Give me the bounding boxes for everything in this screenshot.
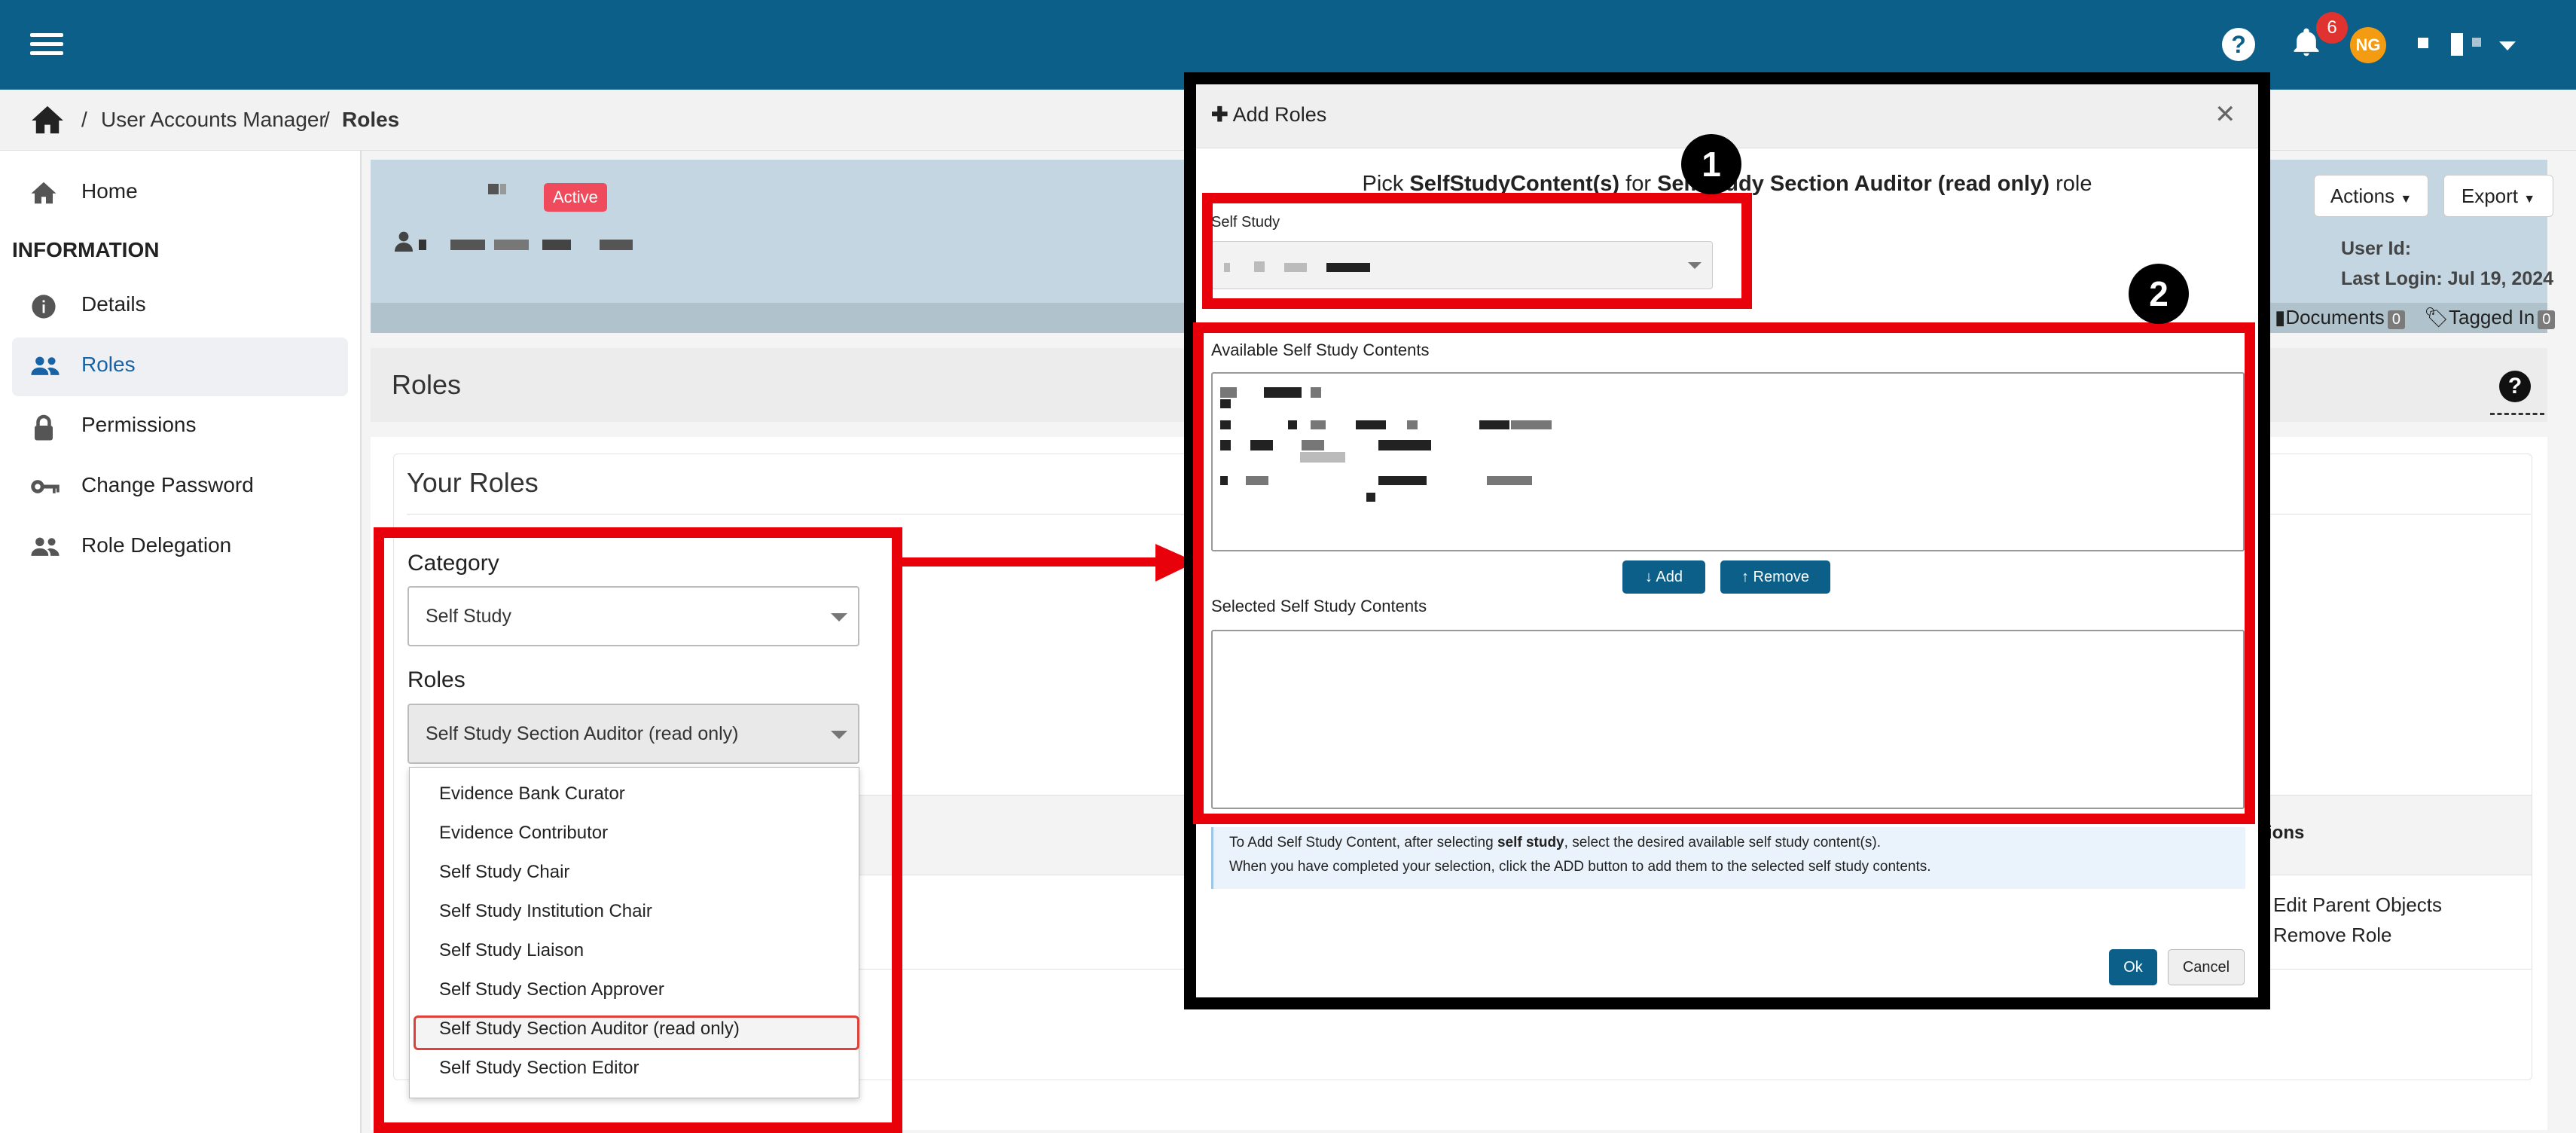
user-name-redacted-block	[2451, 33, 2463, 56]
user-name-redacted	[488, 184, 499, 194]
sidebar-item-label: Home	[81, 179, 138, 203]
annotation-step-1: 1	[1681, 134, 1741, 194]
user-id-label: User Id:	[2341, 238, 2412, 259]
sidebar-item-details[interactable]: Details	[12, 277, 348, 336]
user-info-redacted	[450, 240, 485, 250]
info-text: , select the desired available self stud…	[1564, 835, 1881, 851]
actions-button-label: Actions	[2330, 185, 2395, 207]
documents-count: 0	[2387, 310, 2405, 329]
sidebar-item-roles[interactable]: Roles	[12, 337, 348, 396]
breadcrumb-user-accounts-manager[interactable]: User Accounts Manager	[101, 108, 326, 132]
column-header-actions: ions	[2267, 823, 2305, 843]
user-name-redacted-block	[2472, 38, 2481, 47]
export-button-label: Export	[2461, 185, 2519, 207]
actions-button[interactable]: Actions ▼	[2314, 175, 2428, 217]
sidebar-section-heading: INFORMATION	[12, 238, 160, 261]
documents-link[interactable]: ▮Documents 0	[2275, 306, 2405, 329]
user-info-redacted	[494, 240, 529, 250]
annotation-highlight-box-2	[1193, 322, 2255, 824]
sidebar-item-label: Role Delegation	[81, 533, 232, 557]
breadcrumb-roles: Roles	[342, 108, 400, 131]
annotation-highlight-box	[374, 527, 902, 1133]
tagged-in-link[interactable]: 🏷Tagged In 0	[2424, 306, 2556, 329]
export-button[interactable]: Export ▼	[2443, 175, 2553, 217]
users-icon	[30, 535, 60, 560]
annotation-arrow	[899, 544, 1196, 582]
hamburger-icon[interactable]	[30, 33, 63, 56]
info-circle-icon	[30, 294, 57, 319]
key-icon	[30, 475, 60, 500]
notification-count-badge: 6	[2316, 12, 2348, 44]
page-title: Roles	[392, 369, 462, 400]
user-info-redacted	[600, 240, 633, 250]
last-login: Last Login: Jul 19, 2024	[2341, 268, 2554, 289]
home-icon[interactable]	[30, 105, 65, 135]
sidebar-item-label: Details	[81, 292, 146, 316]
chevron-down-icon[interactable]	[2499, 41, 2516, 50]
caret-down-icon: ▼	[2523, 193, 2536, 206]
user-name-redacted[interactable]	[2418, 38, 2428, 48]
breadcrumb-separator: /	[324, 108, 330, 131]
annotation-highlight-box-1	[1202, 193, 1752, 309]
sidebar-item-label: Permissions	[81, 413, 197, 436]
instruction-text: role	[2050, 172, 2092, 196]
user-info-redacted	[542, 240, 571, 250]
annotation-step-2: 2	[2129, 264, 2189, 324]
help-underline	[2490, 413, 2544, 415]
breadcrumb-separator: /	[81, 108, 87, 131]
tagged-in-label: Tagged In	[2449, 306, 2535, 328]
modal-title: ✚ Add Roles	[1211, 103, 1326, 127]
lock-icon	[30, 414, 57, 441]
sidebar-item-change-password[interactable]: Change Password	[12, 458, 348, 517]
cancel-button[interactable]: Cancel	[2168, 949, 2245, 985]
info-text-bold: self study	[1497, 835, 1564, 851]
user-icon	[395, 231, 413, 252]
users-icon	[30, 354, 60, 380]
sidebar-item-label: Change Password	[81, 473, 254, 496]
tagged-in-count: 0	[2538, 310, 2556, 329]
edit-parent-objects-link[interactable]: Edit Parent Objects	[2273, 893, 2442, 917]
caret-down-icon: ▼	[2400, 193, 2413, 206]
folder-icon: ▮	[2275, 306, 2286, 328]
tag-icon: 🏷	[2424, 306, 2449, 328]
ok-button[interactable]: Ok	[2109, 949, 2157, 985]
close-icon[interactable]: ✕	[2214, 99, 2236, 130]
avatar[interactable]: NG	[2350, 27, 2386, 63]
home-icon	[30, 181, 57, 206]
plus-icon: ✚	[1211, 103, 1228, 126]
sidebar-item-role-delegation[interactable]: Role Delegation	[12, 518, 348, 577]
info-line-1: To Add Self Study Content, after selecti…	[1229, 835, 1881, 851]
question-circle-icon[interactable]: ?	[2499, 371, 2531, 402]
user-name-redacted	[500, 184, 506, 194]
sidebar-item-label: Roles	[81, 353, 136, 376]
status-badge: Active	[544, 183, 607, 212]
modal-title-text: Add Roles	[1232, 103, 1327, 126]
info-line-2: When you have completed your selection, …	[1229, 859, 1931, 875]
info-text: To Add Self Study Content, after selecti…	[1229, 835, 1497, 851]
sidebar-item-permissions[interactable]: Permissions	[12, 398, 348, 457]
question-circle-icon[interactable]: ?	[2222, 28, 2255, 61]
sidebar-item-home[interactable]: Home	[12, 164, 348, 223]
documents-label: Documents	[2285, 306, 2385, 328]
your-roles-title: Your Roles	[407, 467, 539, 498]
user-info-redacted	[419, 240, 426, 250]
remove-role-link[interactable]: Remove Role	[2273, 924, 2392, 947]
